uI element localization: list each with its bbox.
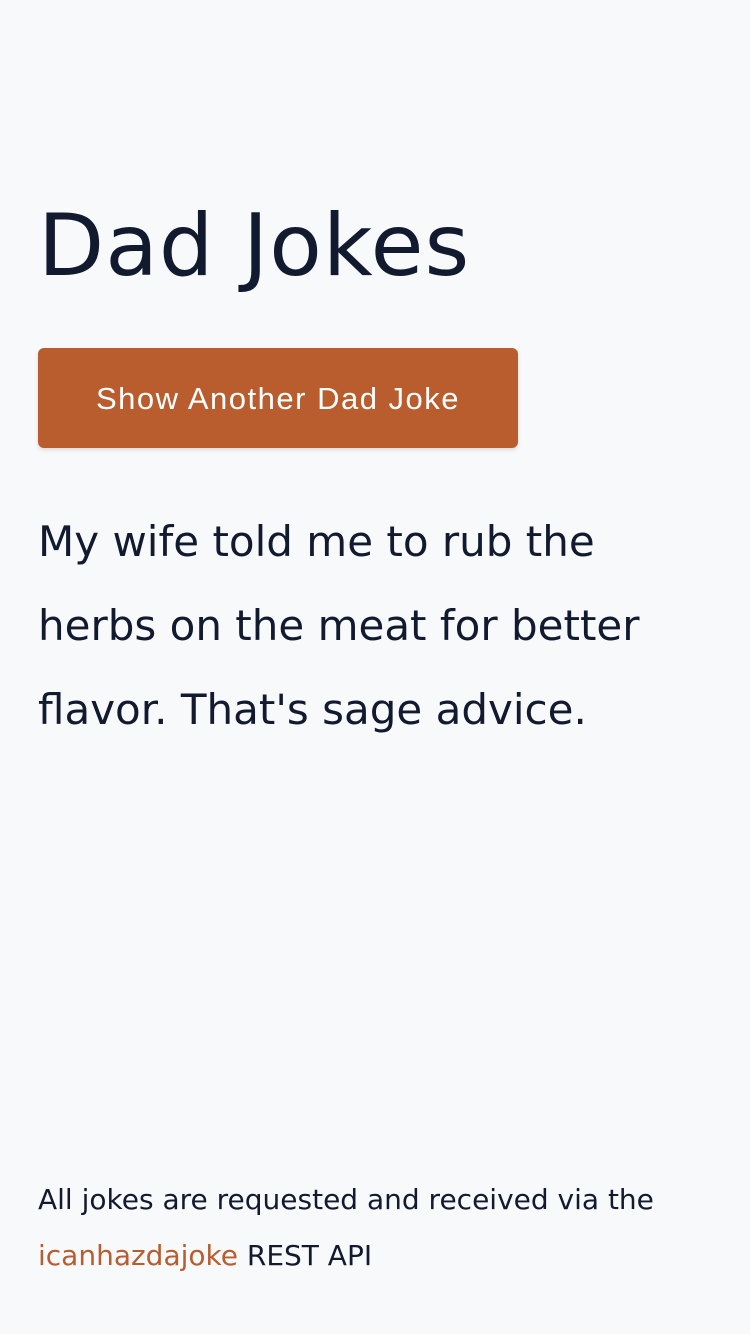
joke-text: My wife told me to rub the herbs on the … xyxy=(38,517,640,734)
show-another-joke-button[interactable]: Show Another Dad Joke xyxy=(38,348,518,448)
footer-text-before-link: All jokes are requested and received via… xyxy=(38,1183,654,1216)
footer-text-after-link: REST API xyxy=(246,1239,373,1272)
page-title: Dad Jokes xyxy=(38,196,471,296)
icanhazdajoke-link[interactable]: icanhazdajoke xyxy=(38,1239,238,1272)
page: Dad Jokes Show Another Dad Joke My wife … xyxy=(0,0,750,1334)
footer-attribution: All jokes are requested and received via… xyxy=(38,1172,698,1284)
